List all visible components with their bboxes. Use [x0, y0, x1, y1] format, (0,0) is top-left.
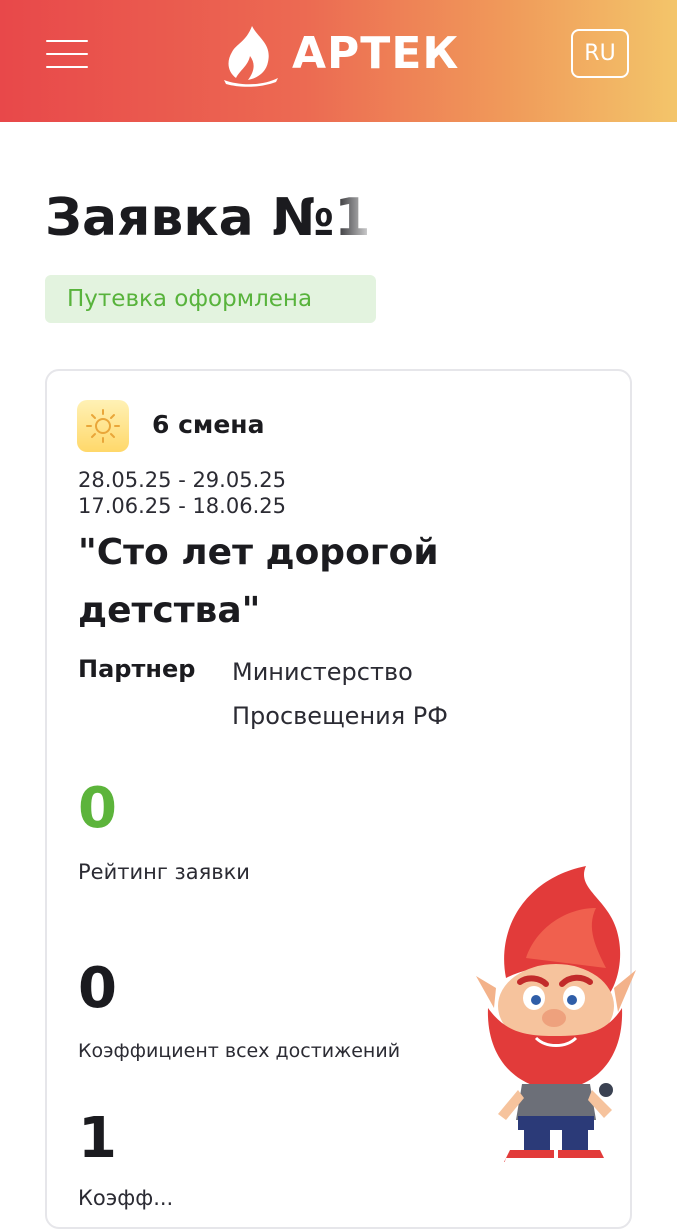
rating-value: 0 — [78, 776, 117, 841]
date-range-2: 17.06.25 - 18.06.25 — [78, 494, 286, 518]
date-range-1: 28.05.25 - 29.05.25 — [78, 468, 286, 492]
shift-name: 6 смена — [152, 410, 265, 439]
partner-label: Партнер — [78, 655, 196, 683]
app-header: АРТЕК RU — [0, 0, 677, 122]
sun-icon — [77, 400, 129, 452]
coefficient-label: Коэфф... — [78, 1186, 174, 1210]
status-badge: Путевка оформлена — [45, 275, 376, 323]
language-switch-button[interactable]: RU — [571, 29, 629, 78]
partner-value: Министерство Просвещения РФ — [232, 658, 448, 730]
achievements-coefficient-label: Коэффициент всех достижений — [78, 1040, 401, 1062]
shift-dates: 28.05.25 - 29.05.25 17.06.25 - 18.06.25 — [78, 467, 286, 519]
program-title: "Сто лет дорогой детства" — [78, 532, 439, 631]
artek-logo[interactable]: АРТЕК — [218, 22, 468, 88]
achievements-coefficient-value: 0 — [78, 956, 117, 1021]
gnome-mascot-image — [466, 858, 646, 1170]
page-title: Заявка №1 — [45, 188, 371, 248]
flame-logo-icon — [224, 26, 278, 87]
brand-name: АРТЕК — [292, 28, 460, 79]
redacted-number-mask — [332, 192, 542, 262]
coefficient-value: 1 — [78, 1106, 117, 1171]
hamburger-menu-icon[interactable] — [40, 36, 96, 76]
rating-label: Рейтинг заявки — [78, 860, 250, 884]
